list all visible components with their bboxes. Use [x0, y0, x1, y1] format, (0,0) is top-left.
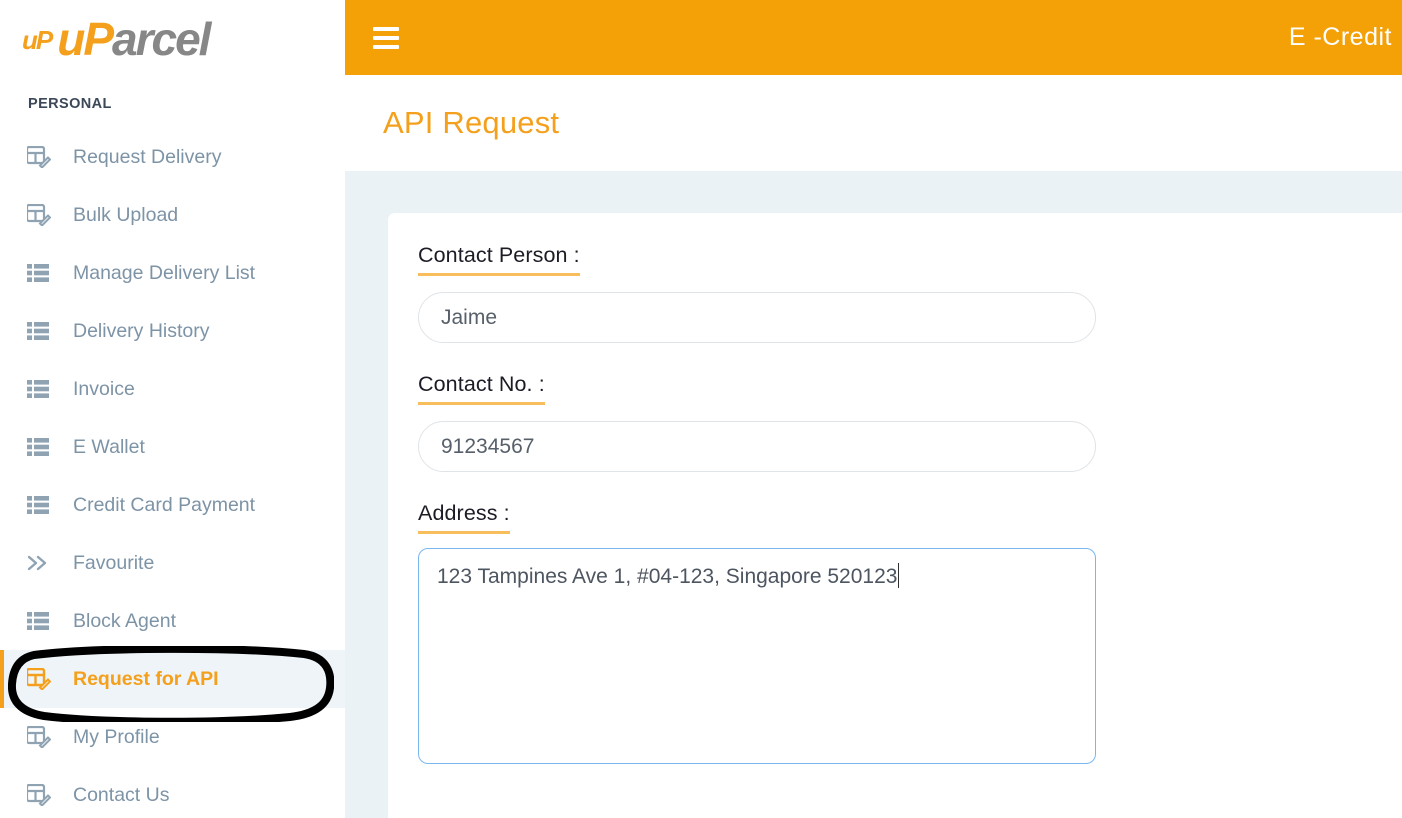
contact-person-field: Contact Person : — [418, 243, 1402, 343]
page-header: API Request — [345, 75, 1402, 171]
sidebar-item-label: Invoice — [73, 377, 135, 400]
sidebar-item-label: E Wallet — [73, 435, 145, 458]
list-icon — [27, 378, 55, 400]
contact-person-input[interactable] — [418, 292, 1096, 343]
double-chevron-right-icon — [27, 552, 55, 574]
text-cursor — [898, 563, 900, 588]
table-edit-icon — [27, 668, 55, 690]
address-text: 123 Tampines Ave 1, #04-123, Singapore 5… — [437, 565, 898, 588]
sidebar-item-contact-us[interactable]: Contact Us — [0, 766, 345, 818]
sidebar-item-block-agent[interactable]: Block Agent — [0, 592, 345, 650]
sidebar-item-label: Request for API — [73, 667, 219, 690]
sidebar-item-bulk-upload[interactable]: Bulk Upload — [0, 186, 345, 244]
ecredit-link[interactable]: E -Credit — [1289, 23, 1392, 52]
list-icon — [27, 436, 55, 458]
brand-logo[interactable]: uP uParcel — [0, 0, 345, 78]
sidebar-item-my-profile[interactable]: My Profile — [0, 708, 345, 766]
sidebar: uP uParcel PERSONAL Request Delivery Bul… — [0, 0, 345, 818]
sidebar-item-label: My Profile — [73, 725, 160, 748]
logo-mark: uP — [22, 25, 53, 55]
field-spacer — [418, 472, 1402, 501]
list-icon — [27, 610, 55, 632]
contact-no-label: Contact No. : — [418, 372, 545, 405]
sidebar-item-label: Delivery History — [73, 319, 210, 342]
address-field: Address : 123 Tampines Ave 1, #04-123, S… — [418, 501, 1402, 764]
sidebar-item-label: Favourite — [73, 551, 155, 574]
sidebar-section-label: PERSONAL — [28, 96, 112, 112]
hamburger-icon[interactable] — [373, 26, 399, 49]
sidebar-item-label: Bulk Upload — [73, 203, 179, 226]
table-edit-icon — [27, 146, 55, 168]
list-icon — [27, 320, 55, 342]
sidebar-nav: Request Delivery Bulk Upload Manage Deli… — [0, 128, 345, 818]
app-root: uP uParcel PERSONAL Request Delivery Bul… — [0, 0, 1402, 818]
page-title: API Request — [383, 105, 560, 140]
address-textarea[interactable]: 123 Tampines Ave 1, #04-123, Singapore 5… — [418, 548, 1096, 764]
top-bar: E -Credit — [345, 0, 1402, 75]
hamburger-line — [373, 26, 399, 31]
table-edit-icon — [27, 726, 55, 748]
sidebar-item-delivery-history[interactable]: Delivery History — [0, 302, 345, 360]
contact-no-input[interactable] — [418, 421, 1096, 472]
sidebar-item-label: Manage Delivery List — [73, 261, 256, 284]
sidebar-item-label: Credit Card Payment — [73, 493, 256, 516]
sidebar-item-label: Request Delivery — [73, 145, 222, 168]
table-edit-icon — [27, 784, 55, 806]
list-icon — [27, 494, 55, 516]
sidebar-item-invoice[interactable]: Invoice — [0, 360, 345, 418]
hamburger-line — [373, 44, 399, 49]
sidebar-item-favourite[interactable]: Favourite — [0, 534, 345, 592]
hamburger-line — [373, 35, 399, 40]
logo-prefix: uP — [57, 13, 114, 65]
logo-suffix: arcel — [112, 13, 211, 65]
uparcel-logo: uP uParcel — [22, 13, 211, 65]
sidebar-item-credit-card-payment[interactable]: Credit Card Payment — [0, 476, 345, 534]
api-request-form-card: Contact Person : Contact No. : Address :… — [388, 213, 1402, 818]
sidebar-item-e-wallet[interactable]: E Wallet — [0, 418, 345, 476]
contact-person-label: Contact Person : — [418, 243, 580, 276]
sidebar-item-request-for-api[interactable]: Request for API — [0, 650, 345, 708]
sidebar-item-manage-delivery-list[interactable]: Manage Delivery List — [0, 244, 345, 302]
sidebar-item-label: Contact Us — [73, 783, 170, 806]
field-spacer — [418, 343, 1402, 372]
list-icon — [27, 262, 55, 284]
address-label: Address : — [418, 501, 510, 534]
table-edit-icon — [27, 204, 55, 226]
sidebar-item-request-delivery[interactable]: Request Delivery — [0, 128, 345, 186]
sidebar-item-label: Block Agent — [73, 609, 176, 632]
contact-no-field: Contact No. : — [418, 372, 1402, 472]
